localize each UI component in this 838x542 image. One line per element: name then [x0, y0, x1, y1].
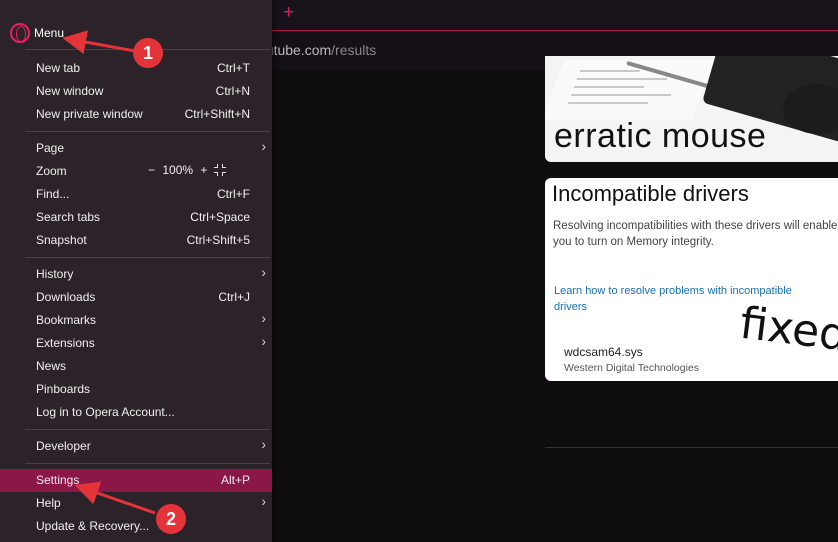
- annotation-badge-1: 1: [133, 38, 163, 68]
- annotation-arrows: [62, 30, 156, 515]
- arrow-2: [74, 481, 156, 515]
- arrow-1: [62, 30, 136, 54]
- annotation-badge-2: 2: [156, 504, 186, 534]
